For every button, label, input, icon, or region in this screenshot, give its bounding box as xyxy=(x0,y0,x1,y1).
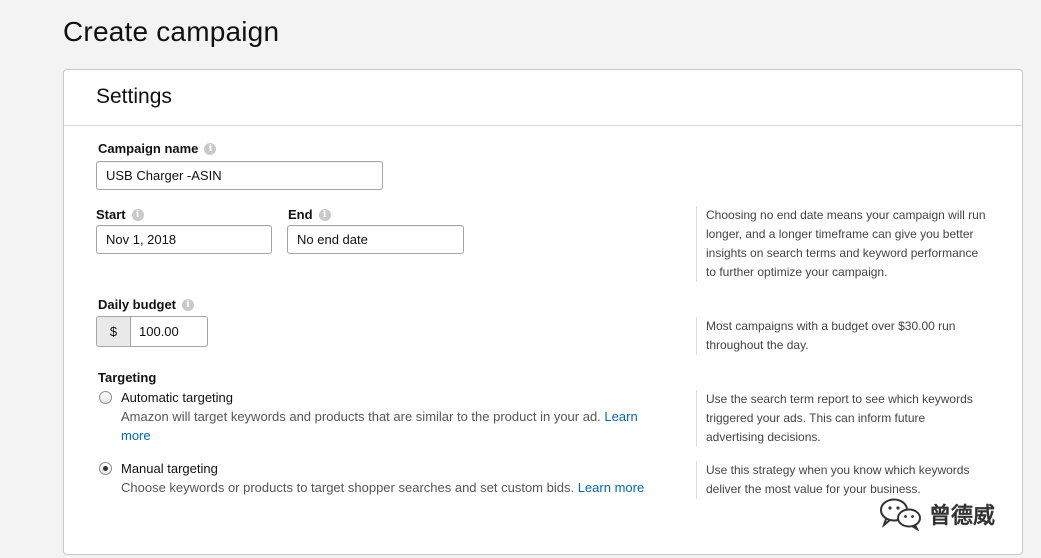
start-label: Start i xyxy=(96,207,144,222)
automatic-targeting-title: Automatic targeting xyxy=(121,390,234,405)
manual-targeting-title: Manual targeting xyxy=(121,461,218,476)
page-title: Create campaign xyxy=(63,16,280,47)
automatic-targeting-option[interactable]: Automatic targeting Amazon will target k… xyxy=(99,389,669,445)
end-label: End i xyxy=(288,207,331,222)
settings-header: Settings xyxy=(64,70,1022,126)
wechat-icon xyxy=(880,498,921,531)
budget-help: Most campaigns with a budget over $30.00… xyxy=(696,317,986,355)
manual-learn-more-link[interactable]: Learn more xyxy=(578,480,644,495)
manual-targeting-radio[interactable] xyxy=(99,462,112,475)
watermark-text: 曾德威 xyxy=(929,503,996,528)
watermark: 曾德威 xyxy=(879,497,995,531)
info-icon[interactable]: i xyxy=(131,208,144,221)
settings-title: Settings xyxy=(96,85,172,108)
manual-targeting-option[interactable]: Manual targeting Choose keywords or prod… xyxy=(99,460,669,497)
daily-budget-label: Daily budget i xyxy=(98,297,195,312)
targeting-label: Targeting xyxy=(98,370,157,385)
end-date-input[interactable]: No end date xyxy=(287,225,464,254)
manual-targeting-help: Use this strategy when you know which ke… xyxy=(696,461,986,499)
end-date-help: Choosing no end date means your campaign… xyxy=(696,206,986,282)
start-date-input[interactable]: Nov 1, 2018 xyxy=(96,225,272,254)
campaign-name-label: Campaign name i xyxy=(98,141,217,156)
info-icon[interactable]: i xyxy=(204,142,217,155)
info-icon[interactable]: i xyxy=(182,298,195,311)
automatic-targeting-radio[interactable] xyxy=(99,391,112,404)
currency-prefix: $ xyxy=(97,317,131,346)
daily-budget-value[interactable]: 100.00 xyxy=(131,317,207,346)
settings-panel: Settings Campaign name i USB Charger -AS… xyxy=(63,69,1023,555)
manual-targeting-desc: Choose keywords or products to target sh… xyxy=(121,480,645,495)
campaign-name-input[interactable]: USB Charger -ASIN xyxy=(96,161,383,190)
info-icon[interactable]: i xyxy=(318,208,331,221)
automatic-targeting-help: Use the search term report to see which … xyxy=(696,390,986,447)
automatic-targeting-desc: Amazon will target keywords and products… xyxy=(121,409,638,443)
create-campaign-page: Create campaign Settings Campaign name i… xyxy=(0,0,1041,558)
daily-budget-input[interactable]: $ 100.00 xyxy=(96,316,208,347)
